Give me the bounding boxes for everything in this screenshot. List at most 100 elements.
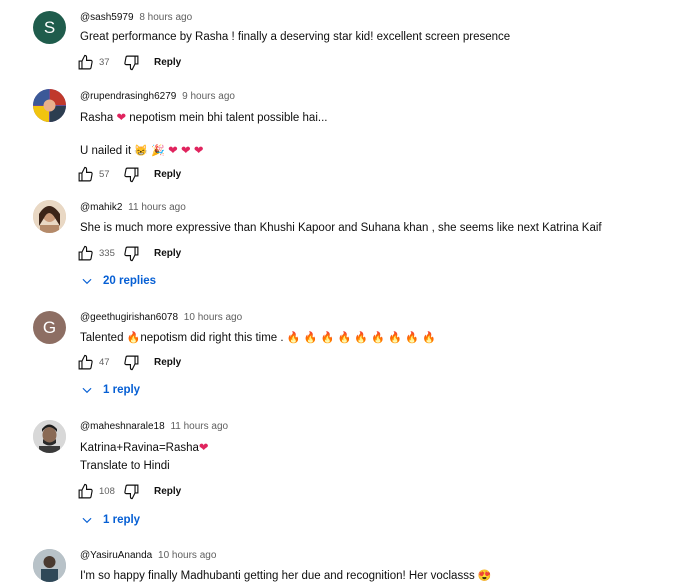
comment-time[interactable]: 10 hours ago [158,550,216,561]
comment-actions: 37 Reply [77,51,181,73]
avatar[interactable] [33,200,66,233]
reply-button[interactable]: Reply [154,169,181,180]
comment-text-part: U nailed it [80,145,132,157]
like-count: 37 [99,56,110,68]
heart-emoji-icon: ❤ [116,112,127,124]
comment-author[interactable]: @geethugirishan6078 [80,312,178,323]
comment-text: Great performance by Rasha ! finally a d… [80,31,511,43]
thumbs-up-icon [78,54,93,69]
fire-emoji-icon: 🔥 [405,332,419,344]
reply-button[interactable]: Reply [154,248,181,259]
dislike-button[interactable] [123,245,140,262]
thumbs-down-icon [124,484,139,499]
comment-author[interactable]: @rupendrasingh6279 [80,91,176,102]
comment-author[interactable]: @sash5979 [80,12,134,23]
comment-time[interactable]: 8 hours ago [139,12,192,23]
dislike-button[interactable] [123,483,140,500]
heart-emoji-icon: ❤ [193,145,204,157]
comment-text-part: Rasha [80,112,114,124]
chevron-down-icon [82,387,92,394]
avatar-letter: S [43,17,56,37]
comment-meta: @maheshnarale18 11 hours ago [80,421,228,432]
avatar[interactable] [33,420,66,453]
comment-meta: @mahik2 11 hours ago [80,202,186,213]
comment-text-line: Rasha ❤ nepotism mein bhi talent possibl… [80,110,327,124]
fire-emoji-icon: 🔥 [371,332,385,344]
comment-text-line: Translate to Hindi [80,460,170,472]
chevron-down-icon [82,517,92,524]
like-button[interactable] [77,54,94,71]
comment-text-part: Katrina+Ravina=Rasha [80,442,199,454]
comment-time[interactable]: 11 hours ago [170,421,228,432]
party-popper-emoji-icon: 🎉 [151,145,165,157]
view-replies-button[interactable]: 1 reply [80,513,140,527]
like-count: 335 [99,247,115,259]
like-button[interactable] [77,483,94,500]
reply-button[interactable]: Reply [154,57,181,68]
like-count: 57 [99,168,110,180]
fire-emoji-icon: 🔥 [303,332,318,344]
comment-author[interactable]: @YasiruAnanda [80,550,152,561]
comment-author[interactable]: @maheshnarale18 [80,421,165,432]
comment-meta: @rupendrasingh6279 9 hours ago [80,91,235,102]
comment-meta: @geethugirishan6078 10 hours ago [80,312,242,323]
comment-text: She is much more expressive than Khushi … [80,222,602,234]
avatar[interactable]: S [33,11,66,44]
comment-time[interactable]: 10 hours ago [184,312,242,323]
dislike-button[interactable] [123,354,140,371]
comment-text-line: U nailed it 😸 🎉 ❤ ❤ ❤ [80,143,203,157]
thumbs-down-icon [124,355,139,370]
heart-emoji-icon: ❤ [181,145,191,157]
thumbs-up-icon [78,166,93,181]
avatar[interactable] [33,89,66,122]
fire-emoji-icon: 🔥 [320,332,335,344]
replies-count-label: 1 reply [103,514,141,526]
like-button[interactable] [77,166,94,183]
dislike-button[interactable] [123,54,140,71]
comment-text-line: Talented 🔥nepotism did right this time .… [80,331,436,344]
thumbs-up-icon [78,245,93,260]
comment-time[interactable]: 9 hours ago [182,91,235,102]
comment-text-part: nepotism did right this time . [140,332,284,344]
comment-actions: 57 Reply [77,163,181,185]
fire-emoji-icon: 🔥 [126,332,141,344]
dislike-button[interactable] [123,166,140,183]
avatar-photo-image [33,549,66,582]
comment-author[interactable]: @mahik2 [80,202,122,213]
comment-text-part: Talented [80,332,124,344]
comment-meta: @sash5979 8 hours ago [80,12,192,23]
thumbs-up-icon [78,354,93,369]
fire-emoji-icon: 🔥 [337,332,352,344]
like-button[interactable] [77,245,94,262]
comment-text-line: I'm so happy finally Madhubanti getting … [80,569,492,582]
avatar-letter: G [42,317,57,337]
heart-emoji-icon: ❤ [168,145,178,157]
view-replies-button[interactable]: 20 replies [80,274,156,288]
thumbs-up-icon [78,483,93,498]
chevron-down-icon [82,278,92,285]
like-button[interactable] [77,354,94,371]
like-count: 47 [99,356,110,368]
heart-eyes-emoji-icon: 😍 [477,570,492,582]
avatar-photo-image [33,200,66,233]
reply-button[interactable]: Reply [154,486,181,497]
view-replies-button[interactable]: 1 reply [80,383,140,397]
comment-actions: 108 Reply [77,480,181,502]
heart-emoji-icon: ❤ [198,442,209,454]
avatar[interactable] [33,549,66,582]
comment-text-part: nepotism mein bhi talent possible hai... [126,112,328,124]
fire-emoji-icon: 🔥 [388,332,402,344]
avatar-photo-image [33,420,66,453]
comment-meta: @YasiruAnanda 10 hours ago [80,550,216,561]
replies-count-label: 20 replies [103,275,157,287]
avatar[interactable]: G [33,311,66,344]
avatar-collage-image [33,89,66,122]
comment-text-part: I'm so happy finally Madhubanti getting … [80,570,475,582]
thumbs-down-icon [124,246,139,261]
comment-time[interactable]: 11 hours ago [128,202,186,213]
like-count: 108 [99,485,115,497]
cat-emoji-icon: 😸 [134,145,149,157]
fire-emoji-icon: 🔥 [286,332,301,344]
comment-actions: 335 Reply [77,242,181,264]
reply-button[interactable]: Reply [154,357,181,368]
